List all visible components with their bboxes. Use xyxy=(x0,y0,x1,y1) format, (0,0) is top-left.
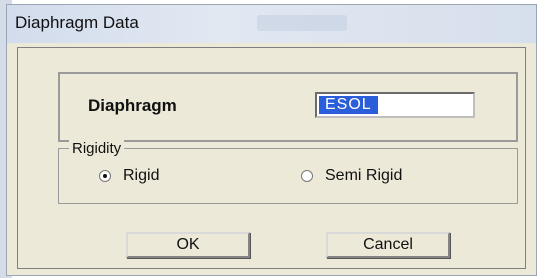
rigidity-group-label: Rigidity xyxy=(69,140,125,157)
diaphragm-data-dialog: Diaphragm Data Diaphragm ESOL Rigidity R… xyxy=(6,4,537,276)
ok-button[interactable]: OK xyxy=(126,232,250,258)
radio-rigid[interactable]: Rigid xyxy=(99,167,159,185)
diaphragm-label: Diaphragm xyxy=(88,96,177,115)
rigidity-group: Rigidity Rigid Semi Rigid xyxy=(58,140,518,204)
title-bar-blur xyxy=(257,15,347,31)
radio-semi-rigid[interactable]: Semi Rigid xyxy=(301,167,402,185)
title-bar[interactable]: Diaphragm Data xyxy=(7,5,536,43)
diaphragm-name-input[interactable]: ESOL xyxy=(315,92,475,118)
radio-rigid-circle[interactable] xyxy=(99,170,111,182)
dialog-body: Diaphragm ESOL Rigidity Rigid Semi Rigid… xyxy=(17,47,526,269)
diaphragm-name-selected-text: ESOL xyxy=(319,96,378,114)
radio-rigid-label: Rigid xyxy=(123,167,160,184)
diaphragm-panel: Diaphragm ESOL xyxy=(58,72,518,142)
radio-semi-rigid-circle[interactable] xyxy=(301,170,313,182)
cancel-button[interactable]: Cancel xyxy=(326,232,450,258)
window-title: Diaphragm Data xyxy=(15,13,139,32)
radio-semi-rigid-label: Semi Rigid xyxy=(325,167,403,184)
